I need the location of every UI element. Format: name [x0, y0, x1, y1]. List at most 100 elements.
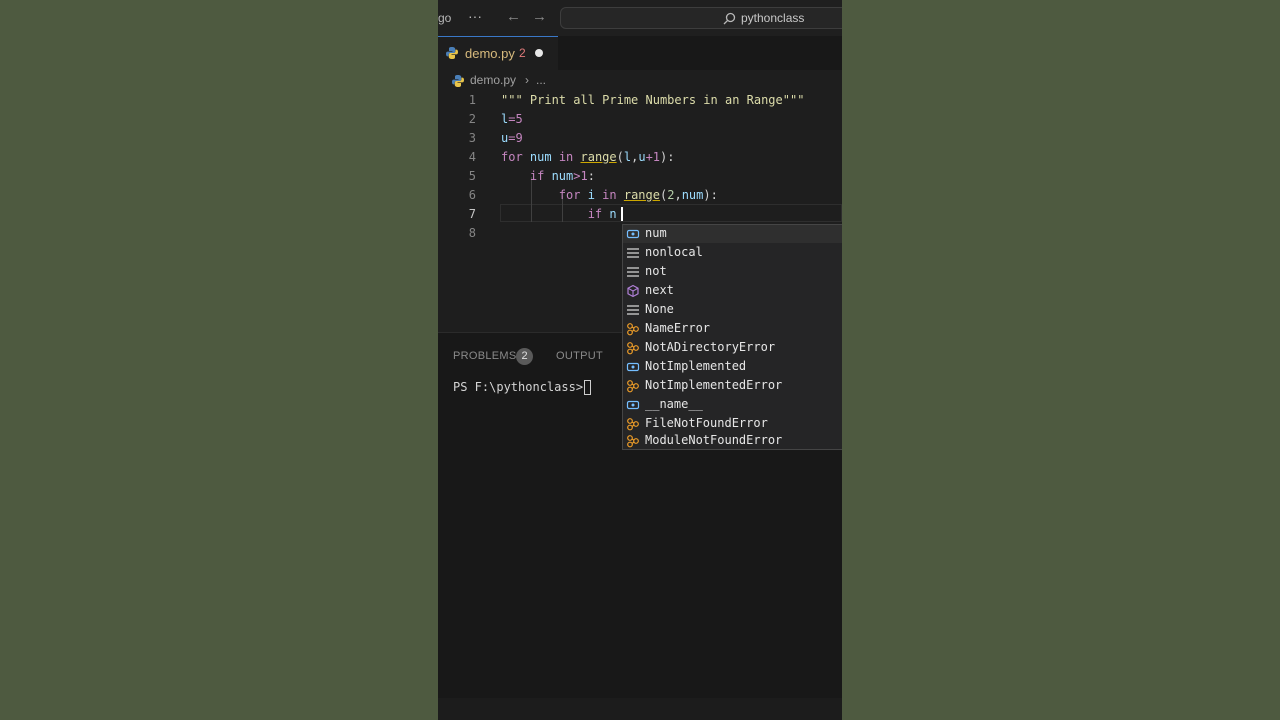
code-token: u: [638, 150, 646, 164]
suggestion-label: NotImplemented: [645, 359, 747, 373]
code-token: in: [602, 188, 617, 202]
code-token: if: [587, 207, 603, 221]
more-actions-icon[interactable]: ···: [468, 8, 482, 24]
class-icon: [627, 323, 639, 336]
breadcrumb-separator: ›: [525, 73, 529, 87]
code-token: range: [623, 188, 660, 202]
code-line-3: u=9: [501, 131, 523, 145]
problems-count-badge: 2: [516, 348, 533, 365]
suggestion-item[interactable]: not: [623, 263, 842, 281]
line-number: 3: [468, 131, 476, 145]
line-number: 2: [468, 112, 476, 126]
suggestion-item[interactable]: next: [623, 282, 842, 300]
python-file-icon: [446, 47, 458, 59]
variable-icon: [626, 400, 640, 410]
keyword-icon: [627, 248, 639, 258]
code-token: num: [544, 169, 574, 183]
suggestion-label: ModuleNotFoundError: [645, 433, 783, 447]
code-token: +: [645, 150, 653, 164]
code-token: :: [587, 169, 595, 183]
suggestion-label: next: [645, 283, 674, 297]
code-token: in: [558, 150, 574, 164]
code-line-5: if num>1:: [501, 169, 595, 183]
line-number: 4: [468, 150, 476, 164]
keyword-icon: [627, 267, 639, 277]
title-bar: go ··· ← → pythonclass: [438, 0, 842, 36]
code-token: 1: [580, 169, 588, 183]
breadcrumb: demo.py › ...: [438, 70, 842, 92]
class-icon: [627, 380, 639, 393]
suggestion-label: NotImplementedError: [645, 378, 783, 392]
class-icon: [627, 435, 639, 448]
code-token: ,: [674, 188, 682, 202]
code-token: >: [573, 169, 581, 183]
search-icon: [723, 12, 736, 25]
tab-problems[interactable]: PROBLEMS: [453, 350, 517, 362]
search-label: pythonclass: [741, 11, 805, 25]
keyword-icon: [627, 305, 639, 315]
command-center-search[interactable]: pythonclass: [560, 7, 842, 29]
vscode-window: go ··· ← → pythonclass demo.py 2 demo.py…: [438, 0, 842, 720]
suggestion-label: NotADirectoryError: [645, 340, 776, 354]
tab-output[interactable]: OUTPUT: [556, 350, 603, 362]
code-token: (: [616, 150, 624, 164]
code-token: ):: [703, 188, 718, 202]
code-token: n: [602, 207, 617, 221]
variable-icon: [626, 229, 640, 239]
breadcrumb-more[interactable]: ...: [536, 73, 546, 87]
method-icon: [627, 284, 639, 298]
code-token: 1: [652, 150, 661, 164]
code-token: for: [558, 188, 581, 202]
code-token: num: [681, 188, 704, 202]
docstring: """ Print all Prime Numbers in an Range"…: [501, 93, 805, 107]
suggestion-item[interactable]: num: [623, 225, 842, 243]
line-number: 7: [468, 207, 476, 221]
code-token: 9: [515, 131, 523, 145]
autocomplete-suggestions[interactable]: num nonlocal not next None NameError Not…: [622, 224, 842, 450]
suggestion-item[interactable]: NotImplemented: [623, 358, 842, 376]
title-left-text: go: [438, 11, 452, 25]
text-cursor: [621, 207, 623, 221]
suggestion-item[interactable]: NotImplementedError: [623, 377, 842, 395]
terminal-prompt[interactable]: PS F:\pythonclass>: [453, 380, 590, 394]
code-token: num: [522, 150, 559, 164]
back-arrow-icon[interactable]: ←: [506, 8, 521, 25]
code-line-4: for num in range(l,u+1):: [501, 150, 674, 164]
code-token: for: [501, 150, 523, 164]
suggestion-item[interactable]: FileNotFoundError: [623, 415, 842, 433]
python-file-icon: [452, 75, 464, 87]
variable-icon: [626, 362, 640, 372]
code-token: l: [623, 150, 632, 164]
unsaved-dot-icon[interactable]: [535, 49, 543, 57]
suggestion-label: not: [645, 264, 667, 278]
line-number: 6: [468, 188, 476, 202]
code-line-1: """ Print all Prime Numbers in an Range"…: [501, 93, 804, 107]
line-number: 1: [468, 93, 476, 107]
code-token: if: [529, 169, 545, 183]
suggestion-label: None: [645, 302, 674, 316]
code-line-2: l=5: [501, 112, 523, 126]
suggestion-label: num: [645, 226, 667, 240]
status-bar: [438, 698, 842, 720]
suggestion-item[interactable]: NotADirectoryError: [623, 339, 842, 357]
forward-arrow-icon[interactable]: →: [532, 8, 547, 25]
suggestion-label: FileNotFoundError: [645, 416, 768, 430]
suggestion-item[interactable]: NameError: [623, 320, 842, 338]
tab-problem-count: 2: [519, 46, 526, 60]
code-token: ):: [660, 150, 675, 164]
tab-demo-py[interactable]: demo.py 2: [438, 36, 558, 70]
code-line-7: if n: [501, 207, 617, 221]
terminal-cursor: [584, 380, 591, 395]
suggestion-item[interactable]: __name__: [623, 396, 842, 414]
suggestion-label: NameError: [645, 321, 711, 335]
tab-bar: demo.py 2: [438, 36, 842, 70]
suggestion-item[interactable]: ModuleNotFoundError: [623, 432, 842, 450]
tab-filename: demo.py: [465, 46, 515, 61]
breadcrumb-file[interactable]: demo.py: [470, 73, 516, 87]
suggestion-item[interactable]: nonlocal: [623, 244, 842, 262]
code-token: i: [580, 188, 603, 202]
code-line-6: for i in range(2,num):: [501, 188, 718, 202]
suggestion-item[interactable]: None: [623, 301, 842, 319]
